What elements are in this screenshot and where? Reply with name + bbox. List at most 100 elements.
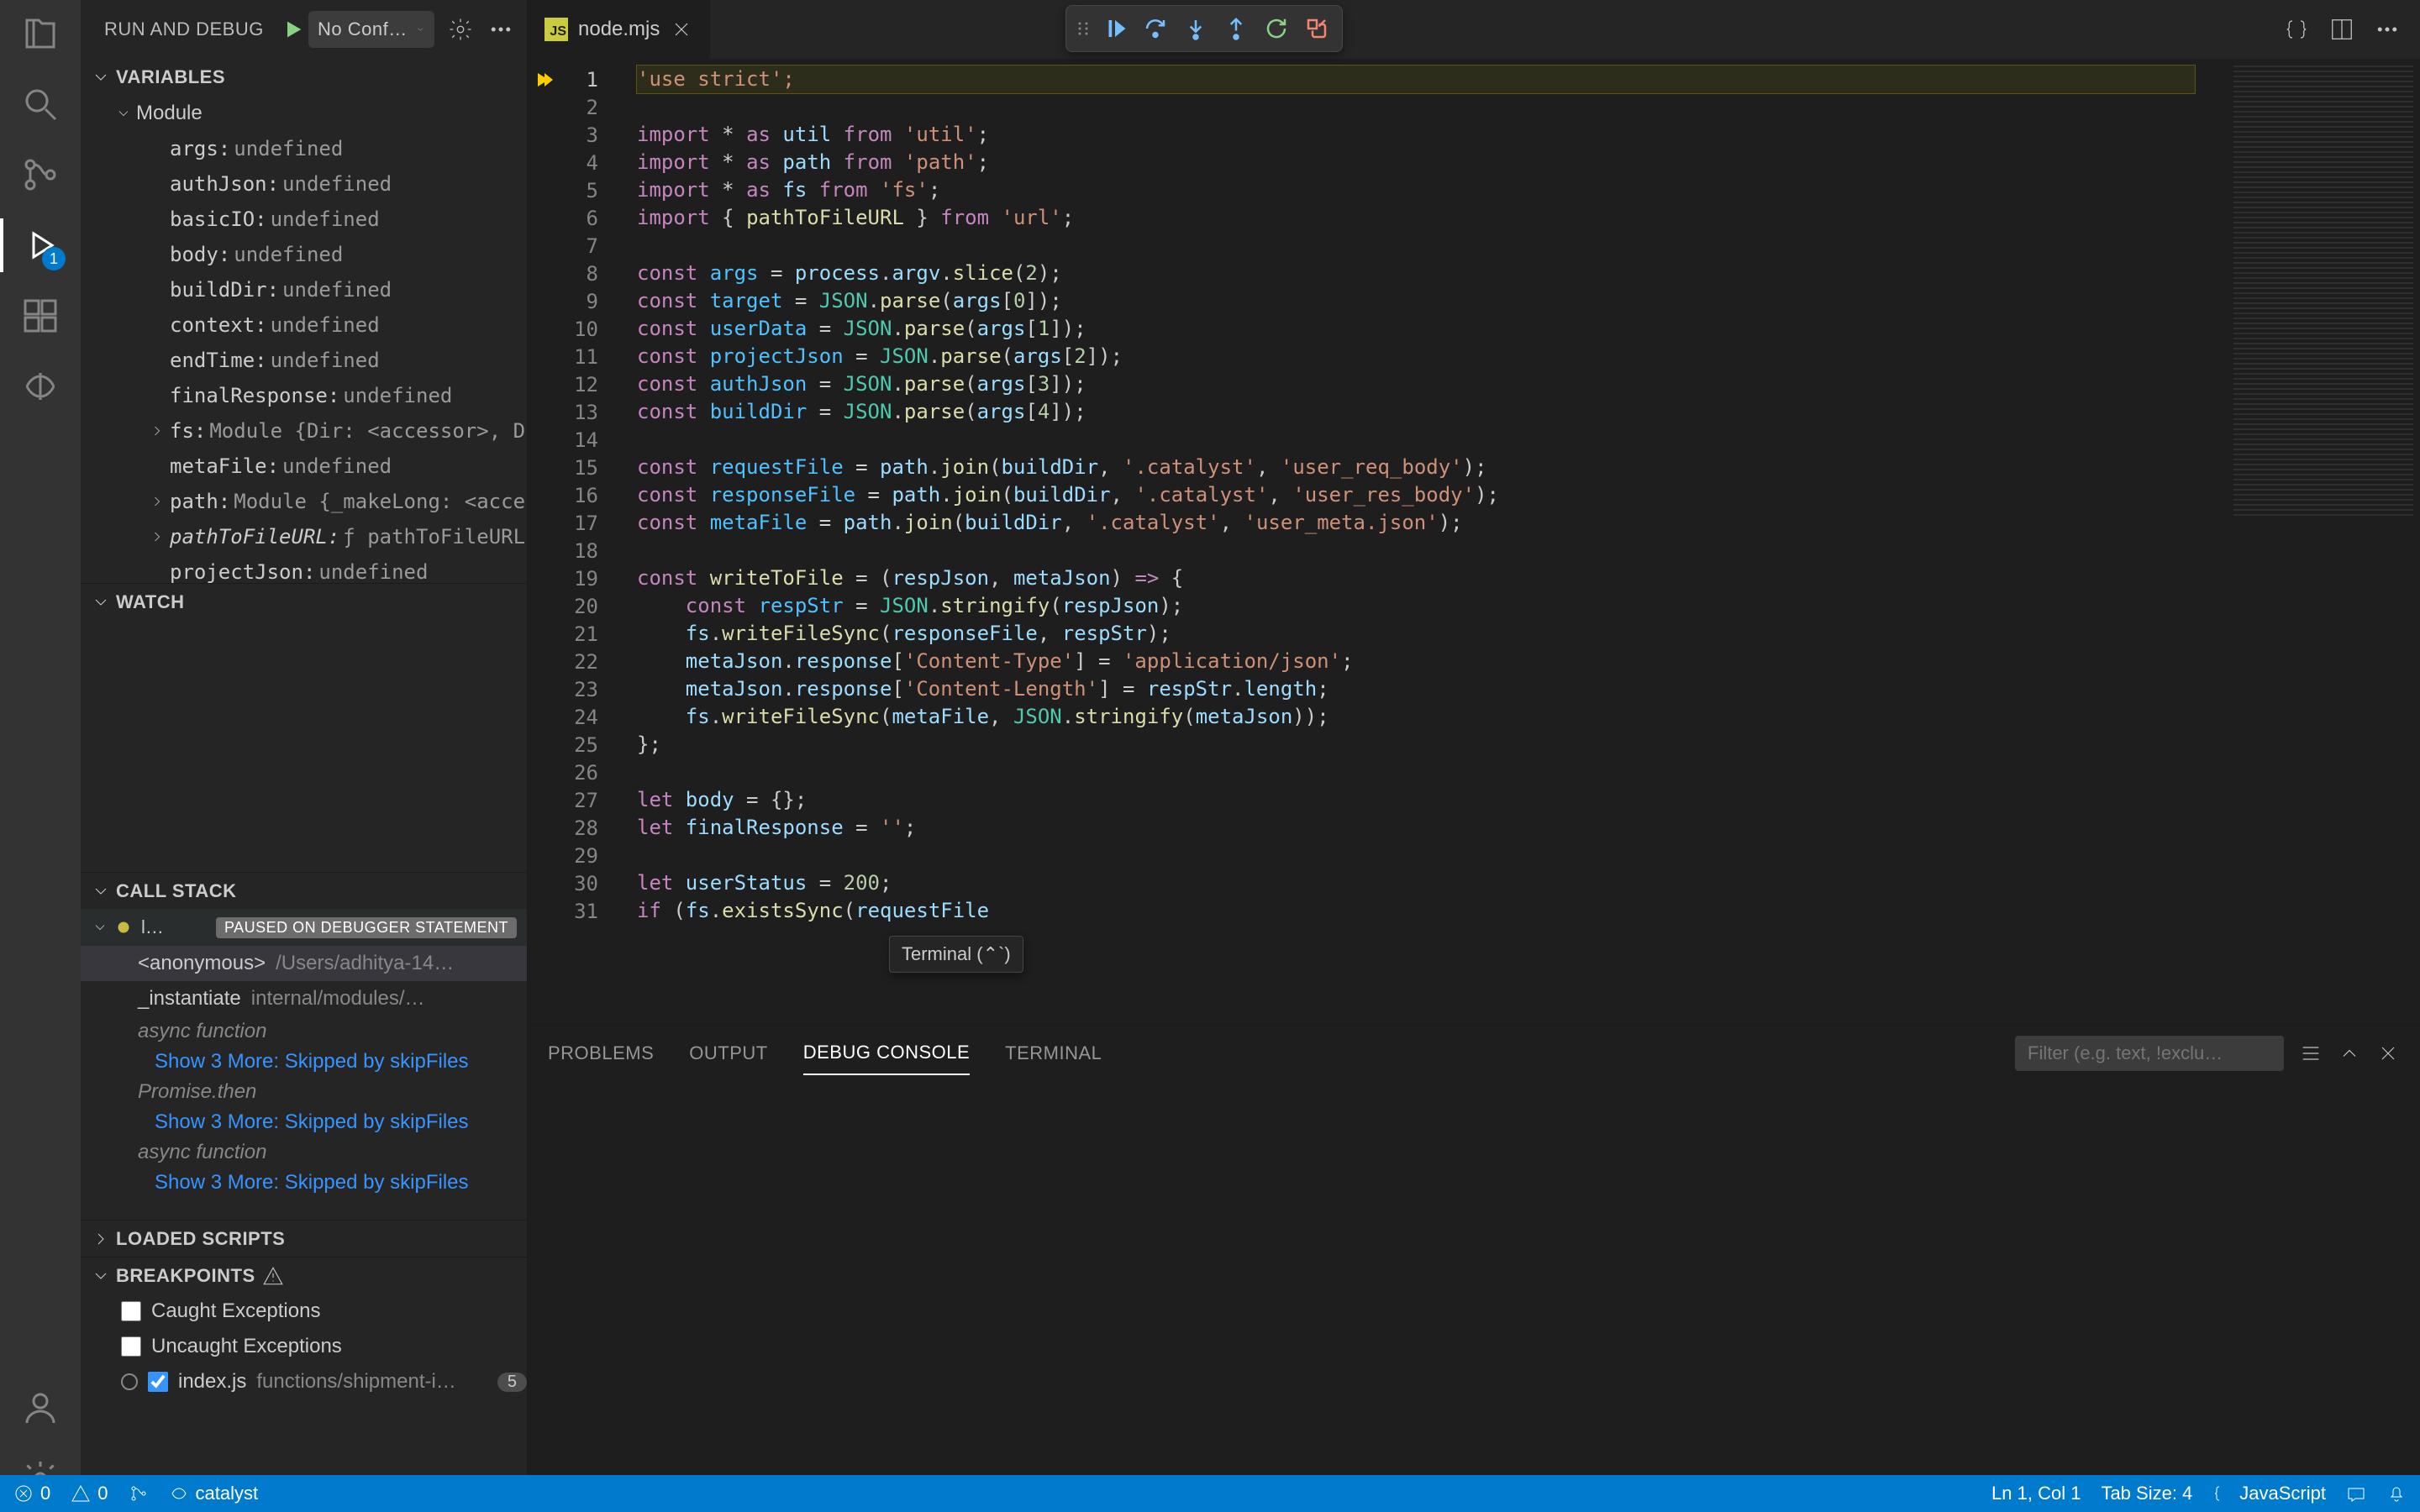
tab-terminal[interactable]: TERMINAL bbox=[1005, 1032, 1102, 1074]
sidebar-title: RUN AND DEBUG bbox=[104, 18, 281, 40]
breakpoints-header[interactable]: BREAKPOINTS bbox=[81, 1257, 527, 1294]
callstack-frame[interactable]: <anonymous>/Users/adhitya-14… bbox=[81, 946, 527, 981]
step-into-button[interactable] bbox=[1177, 10, 1214, 47]
var-row[interactable]: metaFile: undefined bbox=[81, 449, 527, 484]
watch-header[interactable]: WATCH bbox=[81, 583, 527, 620]
bp-caught[interactable]: Caught Exceptions bbox=[81, 1294, 527, 1329]
var-row[interactable]: buildDir: undefined bbox=[81, 272, 527, 307]
debug-toolbar[interactable] bbox=[1065, 5, 1343, 52]
callstack-async: async function bbox=[81, 1137, 527, 1168]
status-errors[interactable]: 0 bbox=[13, 1483, 50, 1504]
callstack-skip[interactable]: Show 3 More: Skipped by skipFiles bbox=[81, 1168, 527, 1198]
js-file-icon: JS bbox=[544, 18, 568, 41]
var-row[interactable]: pathToFileURL: ƒ pathToFileURL(fi… bbox=[81, 519, 527, 554]
debug-badge: 1 bbox=[42, 247, 66, 270]
chevron-down-icon bbox=[91, 67, 111, 87]
var-row[interactable]: fs: Module {Dir: <accessor>, Dire… bbox=[81, 413, 527, 449]
var-row[interactable]: projectJson: undefined bbox=[81, 554, 527, 583]
warning-icon bbox=[262, 1265, 284, 1287]
gutter: 1234567891011121314151617181920212223242… bbox=[528, 59, 625, 1025]
tab-debug-console[interactable]: DEBUG CONSOLE bbox=[803, 1032, 970, 1075]
extensions-icon[interactable] bbox=[17, 292, 64, 339]
start-debug-icon[interactable] bbox=[281, 18, 305, 41]
status-tab-size[interactable]: Tab Size: 4 bbox=[2101, 1483, 2192, 1504]
close-icon[interactable] bbox=[670, 18, 693, 41]
checkbox[interactable] bbox=[121, 1301, 141, 1321]
search-icon[interactable] bbox=[17, 81, 64, 128]
tab-node-mjs[interactable]: JS node.mjs bbox=[528, 0, 711, 59]
status-bell-icon[interactable] bbox=[2386, 1483, 2407, 1504]
sidebar: RUN AND DEBUG No Configurations VARIABLE… bbox=[81, 0, 528, 1512]
checkbox[interactable] bbox=[121, 1336, 141, 1357]
gear-icon[interactable] bbox=[448, 17, 473, 42]
step-over-button[interactable] bbox=[1137, 10, 1174, 47]
list-icon[interactable] bbox=[2299, 1042, 2323, 1065]
stop-button[interactable] bbox=[1298, 10, 1335, 47]
split-editor-icon[interactable] bbox=[2329, 17, 2354, 42]
tooltip: Terminal (⌃`) bbox=[889, 936, 1023, 973]
activity-bar: 1 bbox=[0, 0, 81, 1512]
var-row[interactable]: context: undefined bbox=[81, 307, 527, 343]
pause-reason-badge: PAUSED ON DEBUGGER STATEMENT bbox=[216, 917, 517, 938]
callstack-header[interactable]: CALL STACK bbox=[81, 872, 527, 909]
more-icon[interactable] bbox=[488, 17, 513, 42]
sidebar-header: RUN AND DEBUG No Configurations bbox=[81, 0, 527, 59]
variables-header[interactable]: VARIABLES bbox=[81, 59, 527, 96]
var-row[interactable]: args: undefined bbox=[81, 131, 527, 166]
status-warnings[interactable]: 0 bbox=[71, 1483, 108, 1504]
bp-line-badge: 5 bbox=[497, 1373, 527, 1392]
grip-icon[interactable] bbox=[1073, 18, 1093, 39]
checkbox[interactable] bbox=[148, 1372, 168, 1392]
tab-output[interactable]: OUTPUT bbox=[689, 1032, 767, 1074]
var-row[interactable]: finalResponse: undefined bbox=[81, 378, 527, 413]
filter-input[interactable] bbox=[2015, 1036, 2284, 1071]
more-icon[interactable] bbox=[2375, 17, 2400, 42]
loaded-scripts-header[interactable]: LOADED SCRIPTS bbox=[81, 1220, 527, 1257]
var-scope[interactable]: Module bbox=[81, 96, 527, 131]
continue-button[interactable] bbox=[1097, 10, 1134, 47]
callstack-skip[interactable]: Show 3 More: Skipped by skipFiles bbox=[81, 1107, 527, 1137]
tab-bar: JS node.mjs bbox=[528, 0, 2420, 59]
restart-button[interactable] bbox=[1258, 10, 1295, 47]
var-row[interactable]: basicIO: undefined bbox=[81, 202, 527, 237]
close-icon[interactable] bbox=[2376, 1042, 2400, 1065]
bp-uncaught[interactable]: Uncaught Exceptions bbox=[81, 1329, 527, 1364]
scm-icon[interactable] bbox=[17, 151, 64, 198]
code[interactable]: 'use strict'; import * as util from 'uti… bbox=[625, 59, 2227, 1025]
var-row[interactable]: path: Module {_makeLong: <accesso… bbox=[81, 484, 527, 519]
var-row[interactable]: endTime: undefined bbox=[81, 343, 527, 378]
callstack-frame[interactable]: _instantiateinternal/modules/… bbox=[81, 981, 527, 1016]
minimap[interactable] bbox=[2227, 59, 2420, 1025]
chevron-up-icon[interactable] bbox=[2338, 1042, 2361, 1065]
status-feedback-icon[interactable] bbox=[2346, 1483, 2366, 1504]
status-branch[interactable]: catalyst bbox=[169, 1483, 259, 1504]
status-ln-col[interactable]: Ln 1, Col 1 bbox=[1991, 1483, 2081, 1504]
chevron-down-icon bbox=[91, 881, 111, 901]
chevron-right-icon bbox=[91, 1229, 111, 1249]
var-row[interactable]: body: undefined bbox=[81, 237, 527, 272]
step-out-button[interactable] bbox=[1218, 10, 1255, 47]
watch-body bbox=[81, 620, 527, 872]
bp-file[interactable]: index.jsfunctions/shipment-i…5 bbox=[81, 1364, 527, 1399]
debug-icon[interactable]: 1 bbox=[17, 222, 64, 269]
callstack-body: l… PAUSED ON DEBUGGER STATEMENT <anonymo… bbox=[81, 909, 527, 1220]
account-icon[interactable] bbox=[17, 1384, 64, 1431]
callstack-async: Promise.then bbox=[81, 1077, 527, 1107]
chevron-down-icon bbox=[416, 22, 425, 37]
callstack-thread[interactable]: l… PAUSED ON DEBUGGER STATEMENT bbox=[81, 909, 527, 946]
chevron-down-icon bbox=[91, 592, 111, 612]
callstack-skip[interactable]: Show 3 More: Skipped by skipFiles bbox=[81, 1047, 527, 1077]
explorer-icon[interactable] bbox=[17, 10, 64, 57]
tab-problems[interactable]: PROBLEMS bbox=[548, 1032, 654, 1074]
chevron-down-icon bbox=[91, 1266, 111, 1286]
status-lang[interactable]: JavaScript bbox=[2212, 1483, 2326, 1504]
tab-label: node.mjs bbox=[578, 18, 660, 41]
status-scm-icon[interactable] bbox=[129, 1483, 149, 1504]
var-row[interactable]: authJson: undefined bbox=[81, 166, 527, 202]
remote-icon[interactable] bbox=[17, 363, 64, 410]
editor[interactable]: 1234567891011121314151617181920212223242… bbox=[528, 59, 2420, 1025]
config-select[interactable]: No Configurations bbox=[308, 11, 434, 48]
debug-console-body[interactable]: › bbox=[528, 1081, 2420, 1512]
variables-body: Module args: undefinedauthJson: undefine… bbox=[81, 96, 527, 583]
braces-icon[interactable] bbox=[2284, 17, 2309, 42]
